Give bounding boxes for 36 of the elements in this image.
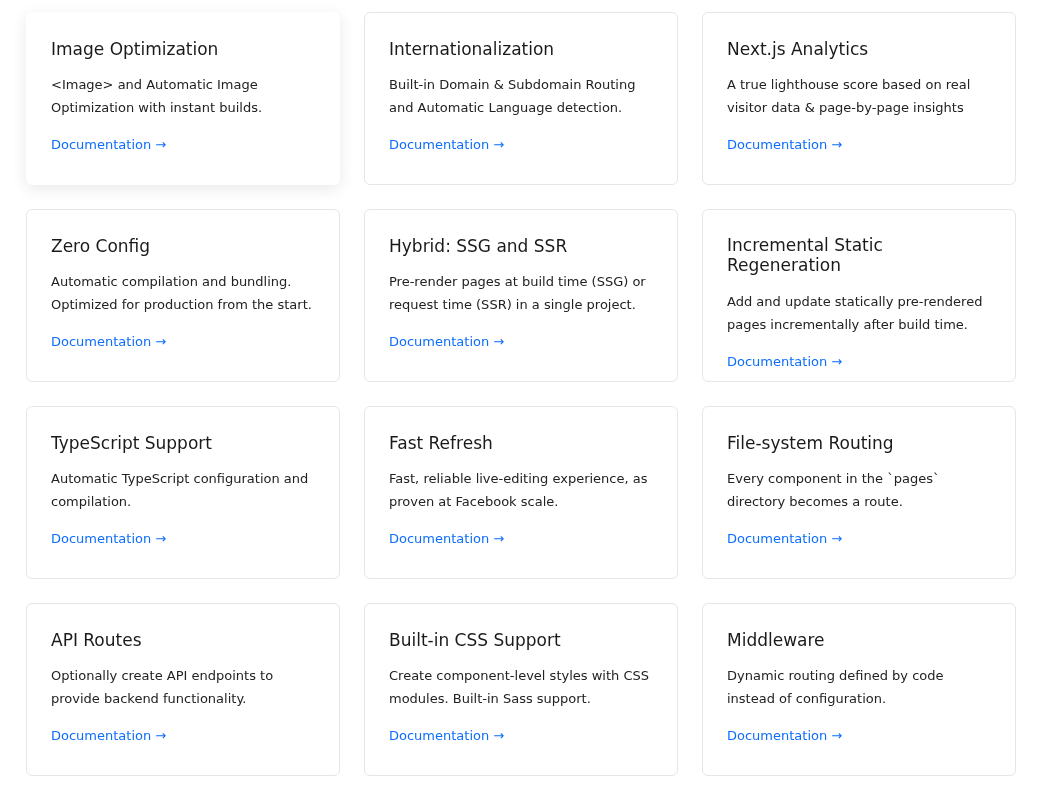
card-description: Fast, reliable live-editing experience, as proven at Facebook scale. [389,470,649,512]
card-description: Automatic compilation and bundling. Optimized for production from the start. [51,273,313,315]
documentation-link[interactable]: Documentation → [389,135,505,155]
card-title: File-system Routing [727,433,894,454]
documentation-link[interactable]: Documentation → [51,332,167,352]
card-description: Create component-level styles with CSS modules. Built-in Sass support. [389,667,650,709]
card-description: Every component in the `pages` directory becomes a route. [727,470,941,512]
documentation-link[interactable]: Documentation → [389,332,505,352]
documentation-link[interactable]: Documentation → [727,529,843,549]
documentation-link[interactable]: Documentation → [727,726,843,746]
documentation-link[interactable]: Documentation → [51,726,167,746]
card-description: A true lighthouse score based on real visitor data & page-by-page insights [727,76,972,118]
card-title: Image Optimization [51,39,219,60]
card-description: Dynamic routing defined by code instead of configuration. [727,667,945,709]
card-title: Next.js Analytics [727,39,869,60]
card-title: Zero Config [51,236,151,257]
card-description: Built-in Domain & Subdomain Routing and Automatic Language detection. [389,76,637,118]
documentation-link[interactable]: Documentation → [51,135,167,155]
card-title: Middleware [727,630,825,651]
documentation-link[interactable]: Documentation → [727,351,843,372]
card-description: <Image> and Automatic Image Optimization with instant builds. [51,76,264,118]
card-description: Automatic TypeScript configuration and compilation. [51,470,310,512]
card-description: Add and update statically pre-rendered pages incrementally after build time. [727,292,984,334]
card-title: API Routes [51,630,142,651]
card-title: Incremental Static Regeneration [727,235,884,276]
card-description: Optionally create API endpoints to provide backend functionality. [51,667,275,709]
card-title: Internationalization [389,39,555,60]
card-title: Fast Refresh [389,433,493,454]
card-description: Pre-render pages at build time (SSG) or request time (SSR) in a single project. [389,273,647,315]
card-title: Hybrid: SSG and SSR [389,236,568,257]
documentation-link[interactable]: Documentation → [389,726,505,746]
card-title: TypeScript Support [51,433,212,454]
card-title: Built-in CSS Support [389,630,561,651]
documentation-link[interactable]: Documentation → [51,529,167,549]
documentation-link[interactable]: Documentation → [727,135,843,155]
documentation-link[interactable]: Documentation → [389,529,505,549]
